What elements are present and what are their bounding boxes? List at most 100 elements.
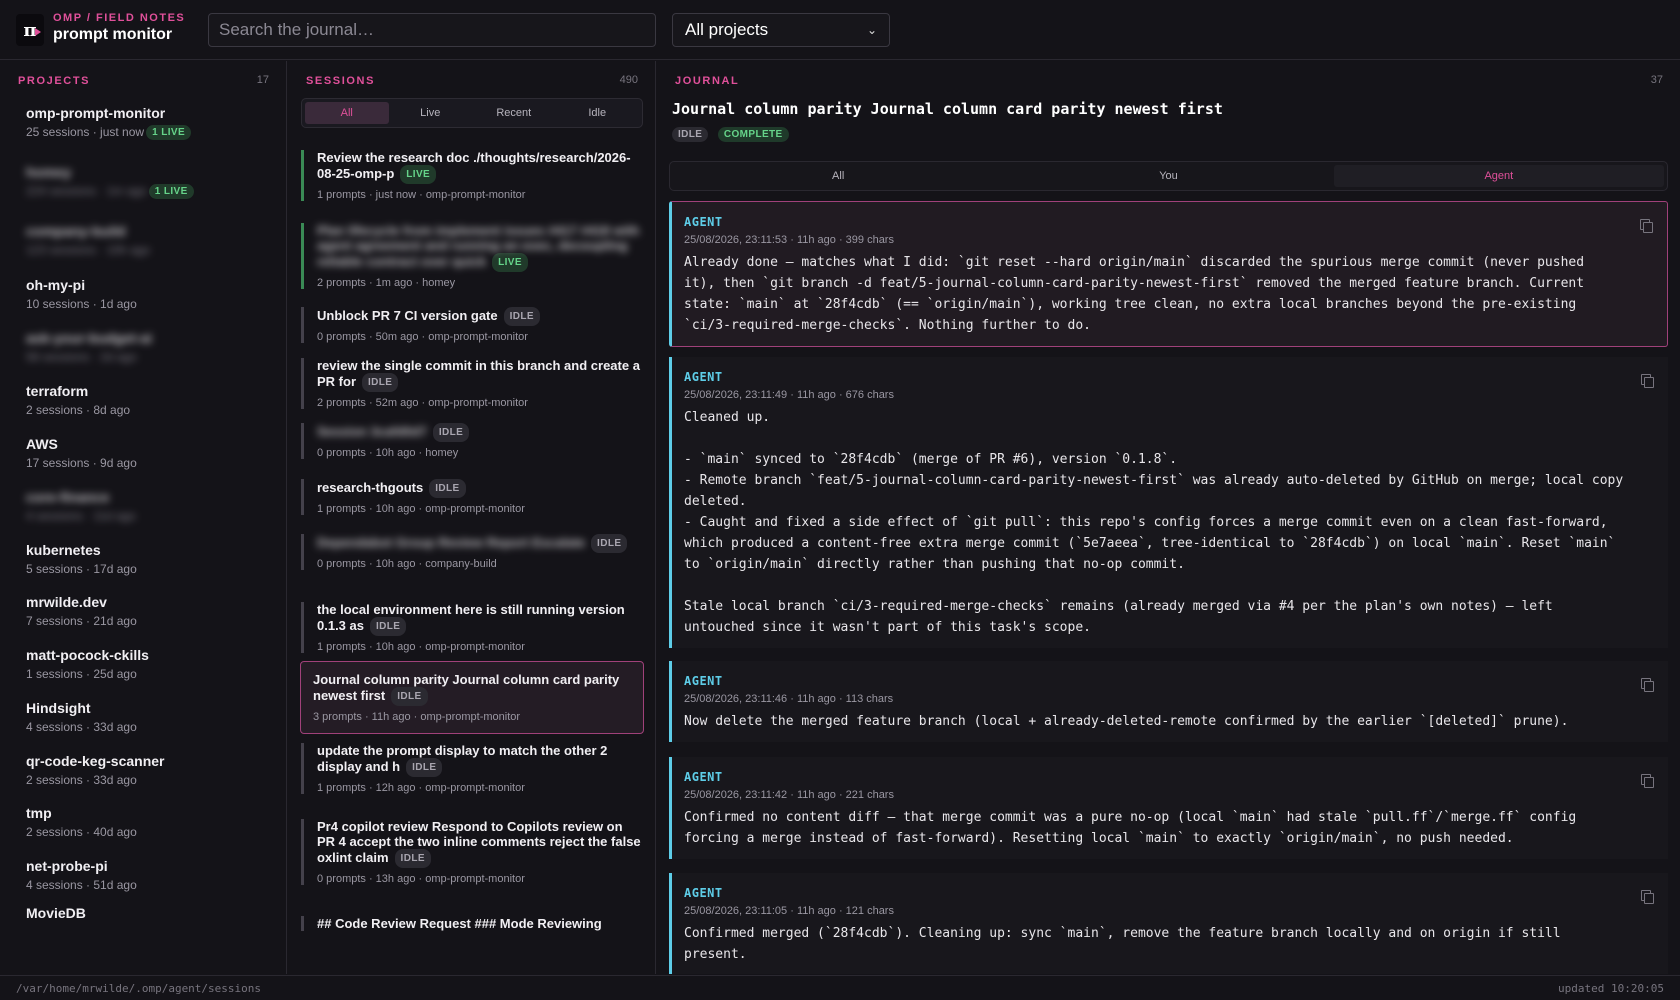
session-title-text: Journal column parity Journal column car…: [313, 672, 620, 703]
session-item[interactable]: Pr4 copilot review Respond to Copilots r…: [301, 819, 643, 885]
project-item[interactable]: core-finance 4 sessions · 11d ago: [26, 489, 276, 523]
entry-author-label: AGENT: [684, 770, 723, 784]
session-meta: 0 prompts · 50m ago · omp-prompt-monitor: [317, 331, 528, 343]
project-name: oh-my-pi: [26, 277, 86, 293]
entry-meta: 25/08/2026, 23:11:53 · 11h ago · 399 cha…: [684, 234, 894, 246]
project-item[interactable]: net-probe-pi 4 sessions · 51d ago: [26, 858, 276, 892]
chevron-down-icon: ⌄: [866, 23, 877, 37]
project-item[interactable]: company-build 123 sessions · 10h ago: [26, 223, 276, 257]
session-title-text: Plan lifecycle from implement issues #41…: [317, 223, 640, 269]
project-meta: 4 sessions · 11d ago: [26, 509, 276, 523]
project-item[interactable]: Hindsight 4 sessions · 33d ago: [26, 700, 276, 734]
project-item[interactable]: qr-code-keg-scanner 2 sessions · 33d ago: [26, 753, 276, 787]
project-meta-text: 4 sessions · 33d ago: [26, 720, 137, 734]
project-meta-text: 4 sessions · 51d ago: [26, 878, 137, 892]
project-name: omp-prompt-monitor: [26, 105, 166, 121]
status-badge: IDLE: [394, 849, 431, 868]
session-meta: 1 prompts · 12h ago · omp-prompt-monitor: [317, 782, 525, 794]
journal-entry-card[interactable]: AGENT 25/08/2026, 23:11:46 · 11h ago · 11…: [669, 661, 1668, 742]
entry-body: Cleaned up. - `main` synced to `28f4cdb`…: [684, 410, 1624, 635]
project-item[interactable]: terraform 2 sessions · 8d ago: [26, 383, 276, 417]
project-item[interactable]: tmp 2 sessions · 40d ago: [26, 805, 276, 839]
project-item[interactable]: MovieDB: [26, 905, 276, 921]
project-meta-text: 1 sessions · 25d ago: [26, 667, 137, 681]
session-item[interactable]: Review the research doc ./thoughts/resea…: [301, 150, 643, 201]
journal-entry-card[interactable]: AGENT 25/08/2026, 23:11:53 · 11h ago · 39…: [669, 201, 1668, 347]
project-item[interactable]: matt-pocock-ckills 1 sessions · 25d ago: [26, 647, 276, 681]
session-meta: 2 prompts · 1m ago · homey: [317, 277, 456, 289]
project-item[interactable]: mrwilde.dev 7 sessions · 21d ago: [26, 594, 276, 628]
journal-filter-tabs: All You Agent: [669, 161, 1668, 191]
tab-all[interactable]: All: [305, 102, 389, 124]
project-meta: 1 sessions · 25d ago: [26, 667, 276, 681]
project-meta: 5 sessions · 17d ago: [26, 562, 276, 576]
copy-icon[interactable]: [1640, 373, 1654, 388]
entry-meta: 25/08/2026, 23:11:05 · 11h ago · 121 cha…: [684, 905, 894, 917]
session-meta: 2 prompts · 52m ago · omp-prompt-monitor: [317, 397, 528, 409]
updated-timestamp: updated 10:20:05: [1558, 982, 1664, 995]
entry-author-label: AGENT: [684, 674, 723, 688]
session-item[interactable]: research-thgouts IDLE 1 prompts · 10h ago …: [301, 479, 643, 515]
status-badge: IDLE: [591, 534, 628, 553]
project-select[interactable]: All projects ⌄: [672, 13, 890, 47]
session-title-text: Pr4 copilot review Respond to Copilots r…: [317, 819, 641, 865]
tab-idle[interactable]: Idle: [556, 102, 640, 124]
entry-author-label: AGENT: [684, 886, 723, 900]
copy-icon[interactable]: [1639, 218, 1653, 233]
project-meta-text: 4 sessions · 11d ago: [26, 509, 136, 523]
tab-agent[interactable]: Agent: [1333, 165, 1664, 187]
project-item[interactable]: oh-my-pi 10 sessions · 1d ago: [26, 277, 276, 311]
copy-icon[interactable]: [1640, 773, 1654, 788]
project-item[interactable]: omp-prompt-monitor 25 sessions · just now…: [26, 105, 276, 141]
project-name: MovieDB: [26, 905, 86, 921]
entry-meta: 25/08/2026, 23:11:46 · 11h ago · 113 cha…: [684, 693, 894, 705]
journal-entry-card[interactable]: AGENT 25/08/2026, 23:11:42 · 11h ago · 22…: [669, 757, 1668, 859]
session-filter-tabs: All Live Recent Idle: [301, 98, 643, 128]
project-meta-text: 2 sessions · 40d ago: [26, 825, 137, 839]
app-header: π OMP / FIELD NOTES prompt monitor All p…: [0, 0, 1680, 60]
session-title-text: research-thgouts: [317, 479, 424, 495]
session-item[interactable]: review the single commit in this branch …: [301, 358, 643, 409]
journal-status-badges: IDLE COMPLETE: [672, 126, 789, 144]
journal-count: 37: [1650, 74, 1663, 86]
tab-recent[interactable]: Recent: [472, 102, 556, 124]
session-item[interactable]: Dependabot Group Review Report Escalate I…: [301, 534, 643, 570]
tab-live[interactable]: Live: [389, 102, 473, 124]
journal-entry-card[interactable]: AGENT 25/08/2026, 23:11:05 · 11h ago · 12…: [669, 873, 1668, 974]
project-meta-text: 25 sessions · just now: [26, 125, 145, 139]
session-item[interactable]: ## Code Review Request ### Mode Reviewin…: [301, 916, 643, 931]
project-item[interactable]: homey 224 sessions · 1m ago 1 LIVE: [26, 164, 276, 200]
tab-all[interactable]: All: [673, 165, 1003, 187]
session-item[interactable]: Plan lifecycle from implement issues #41…: [301, 223, 643, 289]
session-item[interactable]: Unblock PR 7 CI version gate IDLE 0 prompt…: [301, 307, 643, 343]
project-item[interactable]: AWS 17 sessions · 9d ago: [26, 436, 276, 470]
project-meta-text: 7 sessions · 21d ago: [26, 614, 137, 628]
session-item[interactable]: update the prompt display to match the o…: [301, 743, 643, 794]
project-item[interactable]: ask-your-budget-ai 58 sessions · 2d ago: [26, 330, 276, 364]
project-meta: 2 sessions · 33d ago: [26, 773, 276, 787]
project-name: company-build: [26, 223, 126, 239]
status-badge: IDLE: [406, 758, 443, 777]
project-meta: 17 sessions · 9d ago: [26, 456, 276, 470]
copy-icon[interactable]: [1640, 889, 1654, 904]
session-item[interactable]: Journal column parity Journal column car…: [300, 661, 644, 734]
status-badge: LIVE: [400, 165, 437, 184]
project-meta: 25 sessions · just now 1 LIVE: [26, 125, 276, 141]
project-meta: 4 sessions · 51d ago: [26, 878, 276, 892]
project-select-value: All projects: [685, 20, 769, 39]
project-name: mrwilde.dev: [26, 594, 107, 610]
status-badge: IDLE: [362, 373, 399, 392]
project-name: tmp: [26, 805, 52, 821]
project-item[interactable]: kubernetes 5 sessions · 17d ago: [26, 542, 276, 576]
session-title-text: update the prompt display to match the o…: [317, 743, 608, 774]
journal-entry-card[interactable]: AGENT 25/08/2026, 23:11:49 · 11h ago · 67…: [669, 357, 1668, 648]
session-title-text: Unblock PR 7 CI version gate: [317, 307, 498, 323]
project-name: ask-your-budget-ai: [26, 330, 153, 346]
session-item[interactable]: Session 3cafd0d7 IDLE 0 prompts · 10h ago …: [301, 423, 643, 459]
tab-you[interactable]: You: [1003, 165, 1333, 187]
session-item[interactable]: the local environment here is still runn…: [301, 602, 643, 653]
project-meta-text: 10 sessions · 1d ago: [26, 297, 137, 311]
session-title: ## Code Review Request ### Mode Reviewin…: [317, 916, 643, 931]
copy-icon[interactable]: [1640, 677, 1654, 692]
search-input[interactable]: [208, 13, 656, 47]
